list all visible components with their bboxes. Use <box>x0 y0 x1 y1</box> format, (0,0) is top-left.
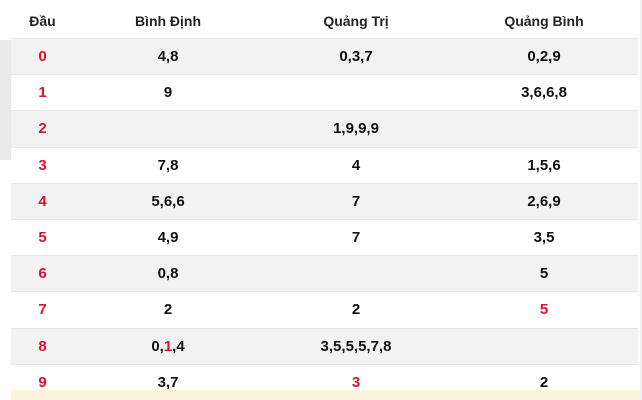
row-head-digit: 1 <box>11 74 74 111</box>
table-body: 0 4,8 0,3,7 0,2,9 1 9 3,6,6,8 2 1,9,9,9 3 7,8 4 1,5,… <box>11 37 638 400</box>
cell-quang-binh: 2,6,9 <box>450 182 638 220</box>
cell-binh-dinh: 2 <box>74 291 262 328</box>
tail-digits: 3,5 <box>533 229 555 247</box>
header-dau: Đầu <box>29 13 56 29</box>
cell-quang-binh <box>450 327 638 365</box>
tail-digits: ,4 <box>172 337 185 355</box>
table-row: 8 0,1,4 3,5,5,5,7,8 <box>11 327 638 365</box>
cell-quang-tri: 0,3,7 <box>262 37 450 75</box>
header-binh-dinh: Bình Định <box>134 13 202 29</box>
header-quang-tri: Quảng Trị <box>323 13 389 29</box>
tail-digits: 0,3,7 <box>339 48 373 66</box>
tail-digits: 0,2,9 <box>527 48 561 66</box>
table-header: Đầu Bình Định Quảng Trị Quảng Bình <box>11 4 638 39</box>
cell-quang-binh: 5 <box>450 255 638 292</box>
tail-digits: 0,8 <box>157 265 179 283</box>
table-row: 2 1,9,9,9 <box>11 110 638 148</box>
tail-digits: 2 <box>351 301 361 319</box>
table-row: 4 5,6,6 7 2,6,9 <box>11 182 638 220</box>
cell-quang-binh: 0,2,9 <box>450 37 638 75</box>
row-head-digit: 8 <box>11 327 74 365</box>
left-edge-shade <box>0 40 11 160</box>
tail-digits: 5 <box>539 265 549 283</box>
tail-digits: 7 <box>351 192 361 210</box>
cell-quang-tri: 1,9,9,9 <box>262 110 450 148</box>
header-quang-binh: Quảng Bình <box>504 13 584 29</box>
bottom-highlight-band <box>11 390 640 400</box>
tail-digits: 9 <box>163 84 173 102</box>
row-head-digit: 4 <box>11 182 74 220</box>
tail-digits: 4 <box>351 156 361 174</box>
cell-binh-dinh: 7,8 <box>74 146 262 184</box>
table-row: 5 4,9 7 3,5 <box>11 218 638 256</box>
tail-digits: 3,5,5,5,7,8 <box>320 337 392 355</box>
tail-digits: 7 <box>351 229 361 247</box>
cell-quang-tri: 7 <box>262 218 450 256</box>
cell-quang-binh: 3,5 <box>450 218 638 256</box>
cell-quang-binh <box>450 110 638 148</box>
tail-digits: 0, <box>151 337 164 355</box>
cell-binh-dinh: 0,8 <box>74 255 262 292</box>
row-head-digit: 0 <box>11 37 74 75</box>
cell-binh-dinh <box>74 110 262 148</box>
highlighted-tail-digit: 3 <box>351 373 361 391</box>
tail-digits: 3,7 <box>157 373 179 391</box>
tail-digits: 2,6,9 <box>527 192 561 210</box>
tail-digits: 4,9 <box>157 229 179 247</box>
highlighted-tail-digit: 5 <box>539 301 549 319</box>
table-row: 3 7,8 4 1,5,6 <box>11 146 638 184</box>
cell-quang-binh: 3,6,6,8 <box>450 74 638 111</box>
tail-digits: 5,6,6 <box>151 192 185 210</box>
tail-digits: 2 <box>163 301 173 319</box>
header-row: Đầu Bình Định Quảng Trị Quảng Bình <box>11 4 638 39</box>
cell-quang-binh: 5 <box>450 291 638 328</box>
tail-digits: 1,9,9,9 <box>333 120 379 138</box>
cell-binh-dinh: 0,1,4 <box>74 327 262 365</box>
table-row: 6 0,8 5 <box>11 255 638 292</box>
cell-binh-dinh: 9 <box>74 74 262 111</box>
table-row: 7 2 2 5 <box>11 291 638 328</box>
cell-quang-tri: 3,5,5,5,7,8 <box>262 327 450 365</box>
cell-quang-tri <box>262 74 450 111</box>
tail-digits: 3,6,6,8 <box>521 84 567 102</box>
screenshot-frame: Đầu Bình Định Quảng Trị Quảng Bình 0 4,8 0… <box>0 0 642 400</box>
row-head-digit: 2 <box>11 110 74 148</box>
row-head-digit: 3 <box>11 146 74 184</box>
tail-digits: 7,8 <box>157 156 179 174</box>
cell-quang-tri: 4 <box>262 146 450 184</box>
tail-digits: 2 <box>539 373 549 391</box>
table-row: 0 4,8 0,3,7 0,2,9 <box>11 37 638 75</box>
tail-digits: 4,8 <box>157 48 179 66</box>
loto-head-table: Đầu Bình Định Quảng Trị Quảng Bình 0 4,8 0… <box>11 4 638 400</box>
cell-quang-tri <box>262 255 450 292</box>
row-head-digit: 6 <box>11 255 74 292</box>
cell-quang-tri: 2 <box>262 291 450 328</box>
cell-binh-dinh: 4,9 <box>74 218 262 256</box>
highlighted-tail-digit: 1 <box>163 337 173 355</box>
tail-digits: 1,5,6 <box>527 156 561 174</box>
cell-quang-tri: 7 <box>262 182 450 220</box>
left-edge-strip <box>0 0 11 400</box>
cell-quang-binh: 1,5,6 <box>450 146 638 184</box>
row-head-digit: 7 <box>11 291 74 328</box>
cell-binh-dinh: 5,6,6 <box>74 182 262 220</box>
cell-binh-dinh: 4,8 <box>74 37 262 75</box>
row-head-digit: 5 <box>11 218 74 256</box>
table-row: 1 9 3,6,6,8 <box>11 74 638 111</box>
